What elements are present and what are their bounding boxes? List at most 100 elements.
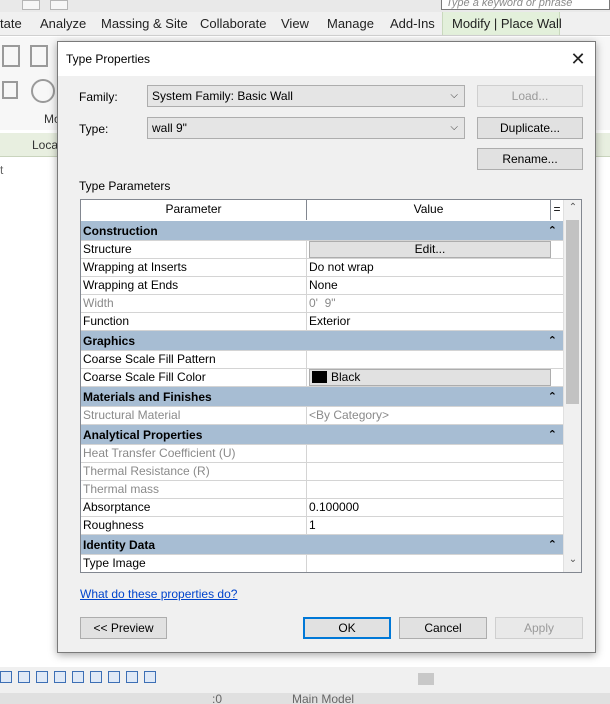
group-header-identity[interactable]: Identity Data ⌃	[81, 535, 563, 555]
status-bar: :0 Main Model	[0, 667, 610, 704]
collapse-icon[interactable]: ⌃	[548, 331, 557, 351]
chevron-down-icon: ⌵	[450, 90, 458, 101]
apply-button[interactable]: Apply	[495, 617, 583, 639]
crop-icon[interactable]	[90, 671, 102, 683]
group-header-graphics[interactable]: Graphics ⌃	[81, 331, 563, 351]
ok-button[interactable]: OK	[303, 617, 391, 639]
group-header-materials[interactable]: Materials and Finishes ⌃	[81, 387, 563, 407]
edit-structure-button[interactable]: Edit...	[309, 241, 551, 258]
parameter-name: Structural Material	[81, 407, 307, 424]
formula-column-header[interactable]: =	[551, 200, 563, 220]
grid-body: Construction ⌃ Structure Edit... Wrappin…	[81, 221, 563, 572]
tab-collaborate[interactable]: Collaborate	[200, 12, 281, 35]
parameter-name: Function	[81, 313, 307, 330]
collapse-icon[interactable]: ⌃	[548, 387, 557, 407]
preview-button[interactable]: << Preview	[80, 617, 167, 639]
family-label: Family:	[79, 90, 118, 104]
scale-icon[interactable]	[0, 671, 12, 683]
parameter-value	[307, 445, 563, 462]
dialog-titlebar: Type Properties ✕	[58, 42, 595, 76]
close-icon[interactable]: ✕	[565, 46, 591, 72]
align-icon[interactable]	[30, 45, 48, 67]
table-row: Width 0' 9"	[81, 295, 563, 313]
table-row: Structural Material <By Category>	[81, 407, 563, 425]
type-select[interactable]: wall 9" ⌵	[147, 117, 465, 139]
visual-style-icon[interactable]	[36, 671, 48, 683]
type-parameters-label: Type Parameters	[79, 179, 171, 193]
parameter-value[interactable]: Exterior	[307, 313, 563, 330]
ribbon-tabs: tate Analyze Massing & Site Collaborate …	[0, 12, 610, 36]
collapse-icon[interactable]: ⌃	[548, 535, 557, 555]
load-button[interactable]: Load...	[477, 85, 583, 107]
parameter-value[interactable]: 0.100000	[307, 499, 563, 516]
active-model-selector[interactable]: Main Model	[292, 692, 354, 704]
table-row[interactable]: Wrapping at Inserts Do not wrap	[81, 259, 563, 277]
tab-view[interactable]: View	[281, 12, 327, 35]
duplicate-button[interactable]: Duplicate...	[477, 117, 583, 139]
color-swatch	[312, 371, 327, 383]
parameter-name: Thermal Resistance (R)	[81, 463, 307, 480]
tab-manage[interactable]: Manage	[327, 12, 390, 35]
view-control-bar	[0, 671, 156, 687]
tab-analyze[interactable]: Analyze	[40, 12, 101, 35]
show-crop-icon[interactable]	[108, 671, 120, 683]
scroll-thumb[interactable]	[566, 220, 579, 404]
parameter-value[interactable]	[307, 555, 563, 572]
lock-3d-icon[interactable]	[126, 671, 138, 683]
collapse-icon[interactable]: ⌃	[548, 221, 557, 241]
type-label: Type:	[79, 122, 109, 136]
tab-massing-site[interactable]: Massing & Site	[101, 12, 200, 35]
parameter-value: 0' 9"	[309, 296, 336, 310]
group-header-analytical[interactable]: Analytical Properties ⌃	[81, 425, 563, 445]
parameter-value	[307, 481, 563, 498]
shadows-icon[interactable]	[72, 671, 84, 683]
parameter-name: Wrapping at Ends	[81, 277, 307, 294]
quick-access-icon[interactable]	[50, 0, 68, 10]
properties-palette-label: t	[0, 163, 4, 177]
parameter-value[interactable]: None	[307, 277, 563, 294]
scroll-down-icon[interactable]: ⌄	[564, 554, 581, 570]
scroll-up-icon[interactable]: ⌃	[564, 202, 581, 218]
quick-access-icon[interactable]	[22, 0, 40, 10]
table-row[interactable]: Type Image	[81, 555, 563, 572]
grid-scrollbar[interactable]: ⌃ ⌄	[563, 200, 581, 572]
parameter-name: Absorptance	[81, 499, 307, 516]
fill-color-button[interactable]: Black	[309, 369, 551, 386]
paste-icon[interactable]	[2, 81, 18, 99]
family-select[interactable]: System Family: Basic Wall ⌵	[147, 85, 465, 107]
parameter-column-header[interactable]: Parameter	[81, 200, 307, 220]
table-row[interactable]: Absorptance 0.100000	[81, 499, 563, 517]
table-row[interactable]: Structure Edit...	[81, 241, 563, 259]
tab-add-ins[interactable]: Add-Ins	[390, 12, 442, 35]
table-row[interactable]: Roughness 1	[81, 517, 563, 535]
horizontal-scrollbar[interactable]	[418, 673, 434, 685]
group-name: Construction	[83, 224, 158, 238]
tab-architecture[interactable]: tate	[0, 12, 40, 35]
rotate-icon[interactable]	[31, 79, 55, 103]
sun-path-icon[interactable]	[54, 671, 66, 683]
worksharing-counter: :0	[212, 692, 223, 704]
collapse-icon[interactable]: ⌃	[548, 425, 557, 445]
help-link[interactable]: What do these properties do?	[80, 587, 237, 601]
table-row: Heat Transfer Coefficient (U)	[81, 445, 563, 463]
table-row[interactable]: Function Exterior	[81, 313, 563, 331]
parameter-name: Coarse Scale Fill Pattern	[81, 351, 307, 368]
parameter-value[interactable]: 1	[307, 517, 563, 534]
table-row[interactable]: Wrapping at Ends None	[81, 277, 563, 295]
rename-button[interactable]: Rename...	[477, 148, 583, 170]
table-row[interactable]: Coarse Scale Fill Pattern	[81, 351, 563, 369]
temp-hide-icon[interactable]	[144, 671, 156, 683]
parameter-value[interactable]	[307, 351, 563, 368]
parameter-value[interactable]: Do not wrap	[307, 259, 563, 276]
detail-level-icon[interactable]	[18, 671, 30, 683]
parameter-name: Heat Transfer Coefficient (U)	[81, 445, 307, 462]
modify-tool-icon[interactable]	[2, 45, 20, 67]
table-row[interactable]: Coarse Scale Fill Color Black	[81, 369, 563, 387]
cancel-button[interactable]: Cancel	[399, 617, 487, 639]
group-header-construction[interactable]: Construction ⌃	[81, 221, 563, 241]
search-input[interactable]: Type a keyword or phrase	[441, 0, 610, 10]
value-column-header[interactable]: Value	[307, 200, 551, 220]
tab-modify-place-wall[interactable]: Modify | Place Wall	[442, 12, 562, 35]
type-properties-dialog: Type Properties ✕ Family: System Family:…	[57, 41, 596, 653]
parameter-name: Wrapping at Inserts	[81, 259, 307, 276]
